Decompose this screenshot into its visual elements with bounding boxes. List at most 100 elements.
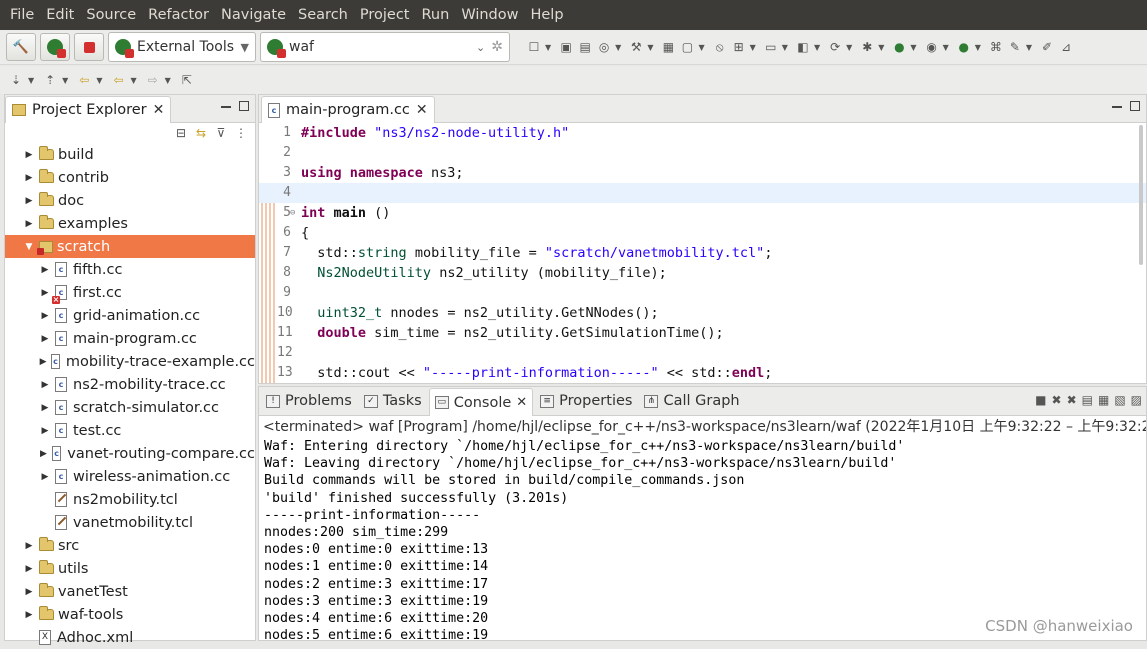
search-icon[interactable]: ✎: [1007, 39, 1023, 55]
chevron-down-icon[interactable]: ▼: [878, 43, 884, 52]
binary-icon[interactable]: ▦: [660, 39, 676, 55]
back-icon[interactable]: ⇦: [110, 72, 126, 88]
tree-item[interactable]: ▶cgrid-animation.cc: [5, 304, 255, 327]
tree-item[interactable]: XAdhoc.xml: [5, 626, 255, 649]
chevron-right-icon[interactable]: ▶: [23, 196, 35, 206]
view-menu-icon[interactable]: ⋮: [233, 125, 249, 141]
close-icon[interactable]: ✕: [516, 395, 527, 410]
chevron-right-icon[interactable]: ▶: [23, 150, 35, 160]
code-line[interactable]: 3using namespace ns3;: [259, 163, 1146, 183]
build-icon[interactable]: ⚒: [628, 39, 644, 55]
chevron-down-icon[interactable]: ▼: [28, 76, 34, 85]
prev-annotation-icon[interactable]: ⇡: [42, 72, 58, 88]
tree-item[interactable]: ▶cns2-mobility-trace.cc: [5, 373, 255, 396]
new-icon[interactable]: ☐: [526, 39, 542, 55]
link-editor-icon[interactable]: ⇆: [193, 125, 209, 141]
build-hammer-button[interactable]: 🔨: [6, 33, 36, 61]
code-line[interactable]: 4: [259, 183, 1146, 203]
chevron-right-icon[interactable]: ▶: [39, 334, 51, 344]
filter-icon[interactable]: ⊽: [213, 125, 229, 141]
menu-file[interactable]: File: [4, 0, 40, 30]
fold-toggle-icon[interactable]: ⊖: [290, 203, 295, 223]
remove-all-icon[interactable]: ✖: [1067, 393, 1077, 407]
code-line[interactable]: 11 double sim_time = ns2_utility.GetSimu…: [259, 323, 1146, 343]
menu-source[interactable]: Source: [80, 0, 142, 30]
chevron-down-icon[interactable]: ▼: [545, 43, 551, 52]
chevron-down-icon[interactable]: ▼: [814, 43, 820, 52]
code-line[interactable]: 9: [259, 283, 1146, 303]
save-icon[interactable]: ▣: [558, 39, 574, 55]
menu-refactor[interactable]: Refactor: [142, 0, 215, 30]
console-icon[interactable]: ▢: [679, 39, 695, 55]
tree-item[interactable]: vanetmobility.tcl: [5, 511, 255, 534]
pin-console-icon[interactable]: ▨: [1131, 393, 1142, 407]
save-all-icon[interactable]: ▤: [577, 39, 593, 55]
chevron-down-icon[interactable]: ▼: [647, 43, 653, 52]
code-editor[interactable]: 1#include "ns3/ns2-node-utility.h"23usin…: [259, 123, 1146, 383]
code-line[interactable]: 10 uint32_t nnodes = ns2_utility.GetNNod…: [259, 303, 1146, 323]
pin-icon[interactable]: ⊿: [1058, 39, 1074, 55]
tree-item[interactable]: ▶cfifth.cc: [5, 258, 255, 281]
tree-item[interactable]: ns2mobility.tcl: [5, 488, 255, 511]
minimize-icon[interactable]: [1112, 106, 1122, 108]
menu-edit[interactable]: Edit: [40, 0, 80, 30]
annotation-icon[interactable]: ✐: [1039, 39, 1055, 55]
menu-navigate[interactable]: Navigate: [215, 0, 292, 30]
debug-skip-icon[interactable]: ⦸: [712, 39, 728, 55]
launch-config-select[interactable]: waf ⌄ ✲: [260, 32, 510, 62]
minimize-icon[interactable]: [221, 106, 231, 108]
chevron-right-icon[interactable]: ▶: [39, 426, 51, 436]
word-wrap-icon[interactable]: ▧: [1114, 393, 1125, 407]
menu-run[interactable]: Run: [416, 0, 456, 30]
menu-help[interactable]: Help: [524, 0, 569, 30]
open-type-icon[interactable]: ⌘: [988, 39, 1004, 55]
chevron-down-icon[interactable]: ▼: [62, 76, 68, 85]
chevron-right-icon[interactable]: ▶: [23, 173, 35, 183]
scroll-lock-icon[interactable]: ▦: [1098, 393, 1109, 407]
tree-item[interactable]: ▶cvanet-routing-compare.cc: [5, 442, 255, 465]
vertical-scrollbar[interactable]: [1139, 125, 1143, 265]
chevron-right-icon[interactable]: ▶: [39, 311, 51, 321]
chevron-down-icon[interactable]: ▼: [615, 43, 621, 52]
chevron-right-icon[interactable]: ▶: [23, 219, 35, 229]
remove-launch-icon[interactable]: ✖: [1052, 393, 1062, 407]
tree-item[interactable]: ▶cwireless-animation.cc: [5, 465, 255, 488]
chevron-down-icon[interactable]: ▼: [96, 76, 102, 85]
chevron-right-icon[interactable]: ▶: [39, 472, 51, 482]
tab-main-program[interactable]: c main-program.cc ✕: [261, 96, 435, 123]
tree-item[interactable]: ▶ctest.cc: [5, 419, 255, 442]
chevron-right-icon[interactable]: ▶: [39, 265, 51, 275]
collapse-all-icon[interactable]: ⊟: [173, 125, 189, 141]
code-line[interactable]: 2: [259, 143, 1146, 163]
tree-item[interactable]: ▶cmain-program.cc: [5, 327, 255, 350]
new-file-icon[interactable]: ◧: [795, 39, 811, 55]
tree-item[interactable]: ▶cfirst.cc: [5, 281, 255, 304]
launch-mode-select[interactable]: External Tools ▼: [108, 32, 256, 62]
coverage-icon[interactable]: ◉: [924, 39, 940, 55]
stop-button[interactable]: [74, 33, 104, 61]
tab-project-explorer[interactable]: Project Explorer ✕: [5, 96, 171, 123]
chevron-right-icon[interactable]: ▶: [23, 564, 35, 574]
tab-tasks[interactable]: ✓Tasks: [359, 387, 427, 415]
menu-window[interactable]: Window: [455, 0, 524, 30]
debug-icon[interactable]: ✱: [859, 39, 875, 55]
tab-call-graph[interactable]: ⋔Call Graph: [639, 387, 744, 415]
code-line[interactable]: 12: [259, 343, 1146, 363]
pin-editor-icon[interactable]: ⇱: [179, 72, 195, 88]
tree-item[interactable]: ▶examples: [5, 212, 255, 235]
tree-item[interactable]: ▶vanetTest: [5, 580, 255, 603]
terminate-icon[interactable]: ■: [1035, 393, 1046, 407]
external-tool-icon[interactable]: ●: [956, 39, 972, 55]
tree-item[interactable]: ▶utils: [5, 557, 255, 580]
refresh-icon[interactable]: ⟳: [827, 39, 843, 55]
next-annotation-icon[interactable]: ⇣: [8, 72, 24, 88]
tree-item[interactable]: ▶doc: [5, 189, 255, 212]
console-output[interactable]: Waf: Entering directory `/home/hjl/eclip…: [259, 438, 1146, 644]
chevron-right-icon[interactable]: ▶: [39, 288, 51, 298]
chevron-right-icon[interactable]: ▶: [39, 403, 51, 413]
menu-project[interactable]: Project: [354, 0, 416, 30]
close-icon[interactable]: ✕: [416, 102, 428, 118]
tree-item[interactable]: ▶waf-tools: [5, 603, 255, 626]
maximize-icon[interactable]: [1130, 101, 1140, 111]
chevron-right-icon[interactable]: ▶: [39, 357, 47, 367]
